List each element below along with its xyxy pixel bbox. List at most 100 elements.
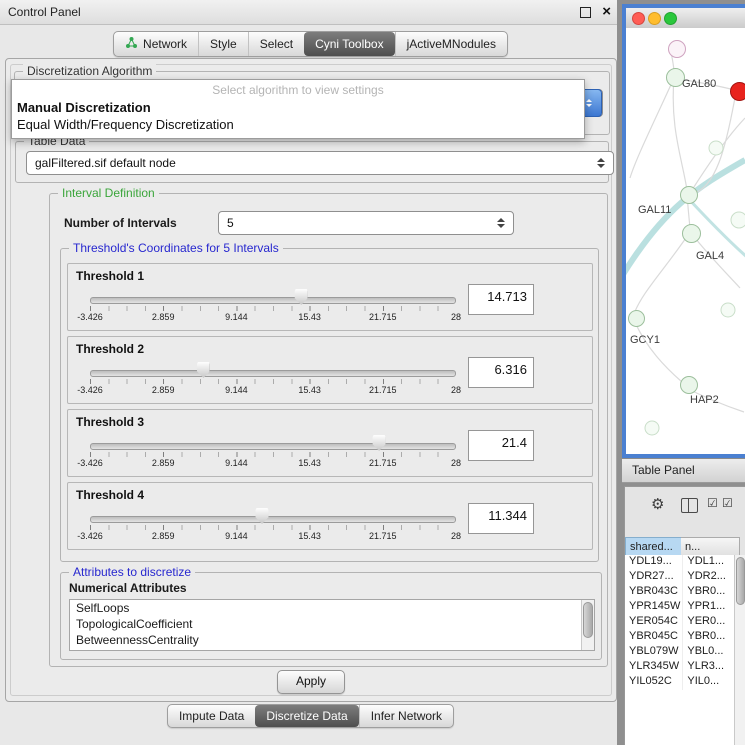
threshold-value-field[interactable]: 6.316: [468, 357, 534, 388]
checkbox-icon[interactable]: ☑: [707, 496, 718, 510]
cell[interactable]: YER0...: [683, 615, 735, 630]
num-intervals-combobox[interactable]: 5: [218, 211, 514, 235]
tab-infer-network[interactable]: Infer Network: [359, 705, 453, 727]
network-node-selected-red[interactable]: [730, 82, 745, 101]
dropdown-option-manual-discretization[interactable]: Manual Discretization: [17, 100, 579, 115]
cell[interactable]: YLR345W: [625, 660, 683, 675]
table-row[interactable]: YDL19...YDL1...: [625, 555, 735, 570]
tab-discretize-data[interactable]: Discretize Data: [255, 705, 358, 727]
scale-tick-label: -3.426: [77, 458, 103, 468]
node-label: GAL4: [696, 250, 724, 262]
network-canvas[interactable]: GAL80 GAL11 GAL4 GCY1 HAP2: [626, 28, 745, 446]
dropdown-option-equal-width-frequency[interactable]: Equal Width/Frequency Discretization: [17, 117, 579, 132]
network-node-hap2[interactable]: [680, 376, 698, 394]
table-row[interactable]: YBL079WYBL0...: [625, 645, 735, 660]
apply-button[interactable]: Apply: [277, 670, 345, 694]
table-row[interactable]: YIL052CYIL0...: [625, 675, 735, 690]
cell[interactable]: YDR2...: [683, 570, 735, 585]
cell[interactable]: YLR3...: [683, 660, 735, 675]
scrollbar-thumb[interactable]: [583, 602, 593, 638]
threshold-value-field[interactable]: 21.4: [468, 430, 534, 461]
table-row[interactable]: YER054CYER0...: [625, 615, 735, 630]
slider-track[interactable]: [90, 516, 456, 523]
network-node-gcy1[interactable]: [628, 310, 645, 327]
list-item[interactable]: BetweennessCentrality: [70, 632, 594, 648]
scale-tick-label: 2.859: [152, 385, 175, 395]
network-node-gal4[interactable]: [682, 224, 701, 243]
slider-scale: -3.426 2.859 9.144 15.43 21.715 28: [90, 385, 456, 397]
cell[interactable]: YBR0...: [683, 585, 735, 600]
tab-network[interactable]: Network: [114, 32, 198, 56]
scale-tick-label: 9.144: [225, 458, 248, 468]
table-row[interactable]: YPR145WYPR1...: [625, 600, 735, 615]
minimize-traffic-light-icon[interactable]: [648, 12, 661, 25]
close-traffic-light-icon[interactable]: [632, 12, 645, 25]
slider-track[interactable]: [90, 370, 456, 377]
table-row[interactable]: YBR043CYBR0...: [625, 585, 735, 600]
table-toolbar: ⚙ ☑ ☑: [625, 487, 745, 521]
cell[interactable]: YDR27...: [625, 570, 683, 585]
list-scrollbar[interactable]: [581, 600, 594, 650]
slider-scale: -3.426 2.859 9.144 15.43 21.715 28: [90, 458, 456, 470]
threshold-slider[interactable]: -3.426 2.859 9.144 15.43 21.715 28: [90, 288, 456, 326]
threshold-slider[interactable]: -3.426 2.859 9.144 15.43 21.715 28: [90, 507, 456, 545]
table-row[interactable]: YBR045CYBR0...: [625, 630, 735, 645]
checkbox-icon[interactable]: ☑: [722, 496, 733, 510]
table-row[interactable]: YDR27...YDR2...: [625, 570, 735, 585]
cell[interactable]: YPR1...: [683, 600, 735, 615]
network-window-titlebar[interactable]: [626, 8, 745, 29]
cyni-toolbox-panel: Discretization Algorithm Select algorith…: [5, 58, 617, 702]
scale-tick-label: 15.43: [298, 531, 321, 541]
cell[interactable]: YBR043C: [625, 585, 683, 600]
threshold-label: Threshold 1: [76, 269, 144, 283]
scrollbar-thumb[interactable]: [736, 557, 745, 605]
threshold-value-field[interactable]: 11.344: [468, 503, 534, 534]
cell[interactable]: YBR0...: [683, 630, 735, 645]
network-node-gal11[interactable]: [680, 186, 698, 204]
cell[interactable]: YDL1...: [683, 555, 735, 570]
threshold-slider[interactable]: -3.426 2.859 9.144 15.43 21.715 28: [90, 361, 456, 399]
scale-tick-label: 28: [451, 312, 461, 322]
threshold-value-field[interactable]: 14.713: [468, 284, 534, 315]
scale-tick-label: 9.144: [225, 531, 248, 541]
tab-impute-data[interactable]: Impute Data: [168, 705, 255, 727]
scale-tick-label: 9.144: [225, 385, 248, 395]
tab-jactivemodules[interactable]: jActiveMNodules: [395, 32, 507, 56]
slider-scale: -3.426 2.859 9.144 15.43 21.715 28: [90, 312, 456, 324]
table-panel-window: ⚙ ☑ ☑ shared... n... YDL19...YDL1... YDR…: [624, 486, 745, 745]
list-item[interactable]: SelfLoops: [70, 600, 594, 616]
cell[interactable]: YDL19...: [625, 555, 683, 570]
cell[interactable]: YBL0...: [683, 645, 735, 660]
gear-icon[interactable]: ⚙: [651, 495, 664, 513]
zoom-traffic-light-icon[interactable]: [664, 12, 677, 25]
table-scrollbar[interactable]: [734, 555, 745, 745]
table-row[interactable]: YLR345WYLR3...: [625, 660, 735, 675]
network-node[interactable]: [668, 40, 686, 58]
tab-label: Network: [143, 37, 187, 51]
columns-icon[interactable]: [681, 498, 698, 513]
close-icon[interactable]: ×: [602, 2, 611, 22]
combobox-arrows-icon: [597, 158, 605, 168]
cell[interactable]: YER054C: [625, 615, 683, 630]
cell[interactable]: YIL052C: [625, 675, 683, 690]
thresholds-group-title: Threshold's Coordinates for 5 Intervals: [69, 241, 283, 255]
threshold-panel-4: Threshold 4 -3.426 2.859 9.144 15.43 21.…: [67, 482, 593, 550]
numerical-attributes-list[interactable]: SelfLoops TopologicalCoefficient Between…: [69, 599, 595, 651]
tab-select[interactable]: Select: [248, 32, 304, 56]
float-window-icon[interactable]: [580, 7, 591, 18]
node-label: GCY1: [630, 334, 660, 346]
num-intervals-value: 5: [227, 216, 234, 230]
cell[interactable]: YBR045C: [625, 630, 683, 645]
slider-track[interactable]: [90, 443, 456, 450]
cell[interactable]: YIL0...: [683, 675, 735, 690]
interval-definition-group: Interval Definition Number of Intervals …: [49, 193, 608, 667]
list-item[interactable]: TopologicalCoefficient: [70, 616, 594, 632]
slider-track[interactable]: [90, 297, 456, 304]
table-panel-bar[interactable]: Table Panel: [622, 458, 745, 483]
cell[interactable]: YPR145W: [625, 600, 683, 615]
cell[interactable]: YBL079W: [625, 645, 683, 660]
tab-cyni-toolbox[interactable]: Cyni Toolbox: [304, 32, 394, 56]
tab-style[interactable]: Style: [198, 32, 248, 56]
table-data-combobox[interactable]: galFiltered.sif default node: [26, 151, 614, 175]
threshold-slider[interactable]: -3.426 2.859 9.144 15.43 21.715 28: [90, 434, 456, 472]
